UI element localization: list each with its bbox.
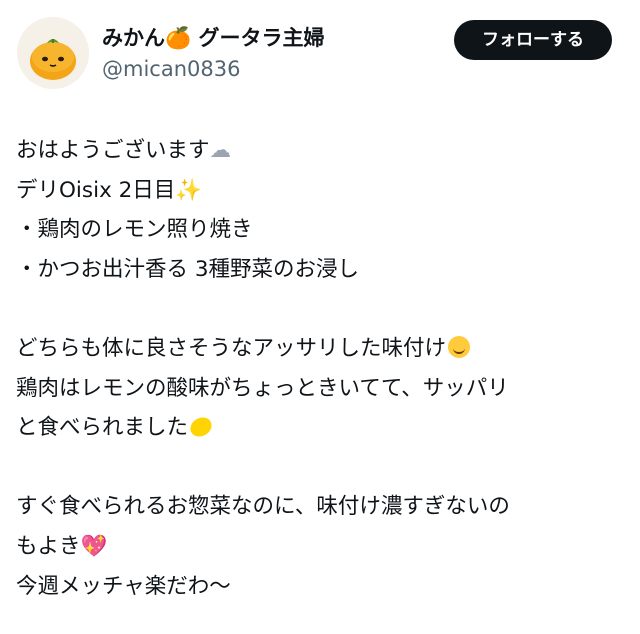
post-line: 鶏肉はレモンの酸味がちょっときいてて、サッパリ (16, 369, 626, 409)
cloud-icon: ☁ (209, 138, 232, 163)
sparkling-heart-icon: 💖 (80, 533, 108, 559)
post-line-text: デリOisix 2日目 (16, 177, 176, 203)
post-line: と食べられました (16, 408, 626, 448)
display-name-text: みかん (102, 26, 165, 50)
follow-button[interactable]: フォローする (454, 20, 612, 60)
display-name-suffix: グータラ主婦 (198, 26, 325, 50)
post-line: おはようございます☁ (16, 131, 626, 171)
post-line: 今週メッチャ楽だわ〜 (16, 567, 626, 607)
post-line: ・かつお出汁香る 3種野菜のお浸し (16, 250, 626, 290)
post-line-text: もよき (16, 533, 81, 559)
post-line-text: と食べられました (16, 415, 189, 441)
handle[interactable]: @mican0836 (102, 54, 324, 84)
post-line-text: 鶏肉はレモンの酸味がちょっときいてて、サッパリ (16, 375, 509, 401)
post-text: おはようございます☁ デリOisix 2日目✨ ・鶏肉のレモン照り焼き ・かつお… (16, 131, 626, 606)
post-line: もよき💖 (16, 527, 626, 567)
display-name[interactable]: みかん🍊 グータラ主婦 (102, 22, 324, 54)
post-line: すぐ食べられるお惣菜なのに、味付け濃すぎないの (16, 487, 626, 527)
post-line-text: ・鶏肉のレモン照り焼き (16, 217, 253, 243)
post-line: どちらも体に良さそうなアッサリした味付け (16, 329, 626, 369)
avatar[interactable] (17, 17, 89, 89)
author-names: みかん🍊 グータラ主婦 @mican0836 (102, 22, 324, 84)
tangerine-icon: 🍊 (165, 26, 192, 50)
smiling-face-icon (448, 335, 471, 358)
post-line-text: すぐ食べられるお惣菜なのに、味付け濃すぎないの (16, 494, 510, 520)
post-line: ・鶏肉のレモン照り焼き (16, 210, 626, 250)
post-line-text: 今週メッチャ楽だわ〜 (16, 573, 231, 599)
post-line-text: ・かつお出汁香る 3種野菜のお浸し (16, 256, 360, 282)
post-line: デリOisix 2日目✨ (16, 171, 626, 211)
mikan-character-avatar-icon (17, 17, 89, 89)
lemon-icon (186, 413, 216, 441)
post-line-text: どちらも体に良さそうなアッサリした味付け (16, 335, 447, 361)
sparkles-icon: ✨ (175, 177, 203, 203)
post-line-text: おはようございます (16, 138, 210, 163)
post-header: みかん🍊 グータラ主婦 @mican0836 フォローする (0, 0, 640, 110)
